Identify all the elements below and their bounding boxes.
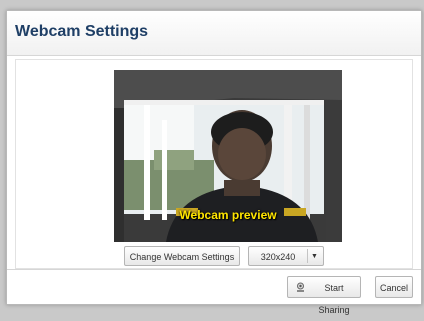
select-divider <box>307 249 308 263</box>
dialog-header: Webcam Settings <box>7 11 421 56</box>
resolution-value: 320x240 <box>260 252 296 262</box>
resolution-select[interactable]: 320x240 ▼ <box>248 246 324 266</box>
start-sharing-label: Start Sharing <box>318 283 350 315</box>
chevron-down-icon[interactable]: ▼ <box>311 247 318 267</box>
webcam-icon <box>297 282 304 292</box>
dialog-body: Webcam preview Change Webcam Settings 32… <box>15 59 413 269</box>
start-sharing-button[interactable]: Start Sharing <box>287 276 361 315</box>
dialog-footer: Start Sharing Cancel <box>7 269 421 315</box>
webcam-preview: Webcam preview <box>114 70 342 242</box>
dialog-title: Webcam Settings <box>15 23 149 40</box>
webcam-settings-dialog: Webcam Settings Webcam preview Change We… <box>6 10 422 315</box>
cancel-button[interactable]: Cancel <box>375 276 413 298</box>
change-webcam-settings-button[interactable]: Change Webcam Settings <box>124 246 240 266</box>
preview-label: Webcam preview <box>179 208 277 222</box>
